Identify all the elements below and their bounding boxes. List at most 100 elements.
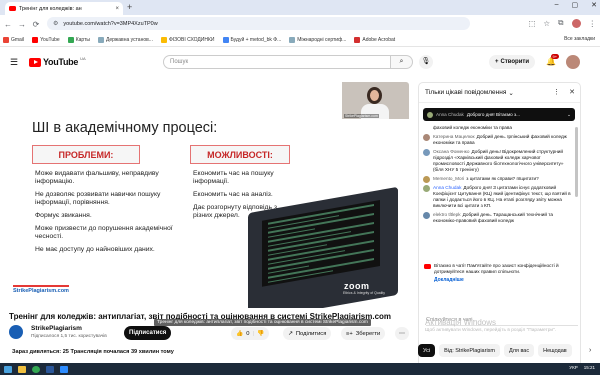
url-text: youtube.com/watch?v=3MP4XzuTP0w xyxy=(63,20,158,27)
chat-scrollbar[interactable] xyxy=(575,127,578,197)
thumbs-down-icon[interactable]: 👎 xyxy=(257,331,264,337)
youtube-favicon-icon xyxy=(9,6,16,11)
strikeplagiarism-logo: StrikePlagiarism.com xyxy=(13,285,69,294)
voice-search-button[interactable]: 🎙 xyxy=(419,55,433,69)
site-info-icon[interactable]: ⚙ xyxy=(53,20,58,27)
subscriber-count: Підписалося 1,5 тис. користувачів xyxy=(31,334,107,339)
chat-messages: фаховий коледж економіки та права Катери… xyxy=(423,125,571,227)
more-actions-button[interactable]: ⋯ xyxy=(395,327,409,340)
tab-close-icon[interactable]: × xyxy=(115,6,119,12)
chip-all[interactable]: Усі xyxy=(418,344,436,357)
notification-badge: 9+ xyxy=(551,54,559,59)
chat-header: Тільки цікаві повідомлення ⌄ ⋮ ✕ xyxy=(419,83,580,103)
like-button[interactable]: 👍 0 | 👎 xyxy=(231,327,270,340)
notifications-button[interactable]: 🔔 9+ xyxy=(546,54,559,66)
language-indicator[interactable]: УКР xyxy=(569,365,577,370)
window-controls: – ▢ ✕ xyxy=(555,1,597,9)
create-button[interactable]: + Створити xyxy=(489,55,536,69)
globe-icon xyxy=(97,36,104,43)
start-icon[interactable] xyxy=(4,365,12,373)
youtube-play-icon xyxy=(29,57,41,67)
recommendation-chips: Усі Від: StrikePlagiarism Для вас Нещода… xyxy=(418,344,572,357)
search-input[interactable]: Пошук xyxy=(163,55,391,69)
close-window-button[interactable]: ✕ xyxy=(591,1,597,9)
pin-avatar xyxy=(427,111,433,118)
problem-item: Може видавати фальшиву, неправдиву інфор… xyxy=(35,170,159,185)
chat-mode-dropdown[interactable]: Тільки цікаві повідомлення xyxy=(425,89,506,96)
subscribe-button[interactable]: Підписатися xyxy=(124,326,172,340)
reload-icon[interactable]: ⟳ xyxy=(30,20,42,29)
user-avatar[interactable] xyxy=(423,176,430,183)
save-button[interactable]: ≡+ Зберегти xyxy=(341,327,386,340)
back-icon[interactable]: ← xyxy=(2,20,14,29)
bookmark-state-institution[interactable]: Державна установ... xyxy=(97,36,153,43)
chevron-down-icon[interactable]: ⌄ xyxy=(508,89,513,97)
chip-for-you[interactable]: Для вас xyxy=(504,344,535,357)
profile-avatar[interactable] xyxy=(571,18,581,28)
screen-cast-icon[interactable]: ⬚ xyxy=(528,19,535,28)
youtube-logo[interactable]: YouTube UA xyxy=(29,56,86,67)
all-bookmarks[interactable]: Все закладки xyxy=(564,36,595,42)
title-tooltip: Тренінг для коледжів: антиплагіат, звіт … xyxy=(154,319,371,326)
gmail-icon xyxy=(3,36,9,43)
chat-more-icon[interactable]: ⋮ xyxy=(553,88,560,96)
clock[interactable]: 15:21 xyxy=(584,365,595,370)
extensions-icon[interactable]: ⧉ xyxy=(558,18,563,28)
browser-tab[interactable]: Тренінг для коледжів: ан × xyxy=(5,2,123,15)
video-player[interactable]: ШІ в академічному процесі: ПРОБЛЕМИ: МОЖ… xyxy=(8,82,409,308)
pinned-message[interactable]: Anna Chudak Доброго дня! Вітаємо з... ⌄ xyxy=(423,108,575,121)
channel-name[interactable]: StrikePlagiarism xyxy=(31,325,82,332)
search-button[interactable]: ⌕ xyxy=(391,55,413,69)
chip-from-channel[interactable]: Від: StrikePlagiarism xyxy=(439,344,500,357)
slide-title: ШІ в академічному процесі: xyxy=(32,120,218,136)
bookmark-acrobat[interactable]: Adobe Acrobat xyxy=(354,36,395,43)
youtube-icon xyxy=(424,264,431,269)
chat-close-icon[interactable]: ✕ xyxy=(569,88,575,96)
forward-icon[interactable]: → xyxy=(16,20,28,29)
chip-recent[interactable]: Нещодав xyxy=(538,344,572,357)
bookmark-certificates[interactable]: Міжнародні сертиф... xyxy=(289,36,346,43)
channel-avatar[interactable] xyxy=(9,325,23,339)
word-icon[interactable] xyxy=(46,365,54,373)
moderator-avatar[interactable] xyxy=(423,185,430,192)
account-avatar[interactable] xyxy=(566,55,580,69)
learn-more-link[interactable]: Докладніше xyxy=(434,277,574,283)
problem-item: Може призвести до порушення академічної … xyxy=(35,225,173,240)
chrome-icon[interactable] xyxy=(32,365,40,373)
chevron-right-icon[interactable]: › xyxy=(589,347,591,354)
windows-taskbar: УКР 15:21 xyxy=(0,363,600,375)
bookmark-star-icon[interactable]: ☆ xyxy=(543,19,550,28)
menu-icon[interactable]: ☰ xyxy=(10,57,18,68)
bookmark-physical-steps[interactable]: ФІЗОВІ СХОДИНКИ xyxy=(160,36,215,43)
expand-chevron-icon[interactable]: ⌄ xyxy=(567,112,571,118)
bookmark-youtube[interactable]: YouTube xyxy=(32,36,60,43)
browser-menu-icon[interactable]: ⋮ xyxy=(589,19,597,28)
user-avatar[interactable] xyxy=(423,134,430,141)
bookmark-maps[interactable]: Карты xyxy=(67,36,90,43)
zoom-icon[interactable] xyxy=(60,365,68,373)
laptop-screen xyxy=(262,199,380,287)
user-avatar[interactable] xyxy=(423,149,430,156)
doc-icon xyxy=(222,36,229,43)
user-avatar[interactable] xyxy=(423,212,430,219)
windows-activation-watermark: Активація Windows xyxy=(425,318,497,327)
omnibox[interactable]: ⚙ youtube.com/watch?v=3MP4XzuTP0w xyxy=(47,17,470,30)
webcam-name: StrikePlagiarism.com xyxy=(344,114,379,118)
live-status[interactable]: Зараз дивляться: 25 Трансляція почалася … xyxy=(12,349,174,355)
chat-message: Memento_Mori з цитатами як справи? пїщита… xyxy=(423,176,571,183)
presenter-webcam: StrikePlagiarism.com xyxy=(342,82,409,119)
maps-icon xyxy=(67,36,74,43)
maximize-button[interactable]: ▢ xyxy=(572,1,579,9)
minimize-button[interactable]: – xyxy=(555,1,559,9)
problems-list: Може видавати фальшиву, неправдиву інфор… xyxy=(35,170,175,259)
chat-message: Катерина Мацелюк Добрий день. Ірпінський … xyxy=(423,134,571,146)
bookmark-metod[interactable]: Будуй + metod_bk Ф... xyxy=(222,36,281,43)
problem-item: Не дозволяє розвивати навички пошуку інф… xyxy=(35,191,161,206)
new-tab-button[interactable]: + xyxy=(127,2,132,13)
tab-title: Тренінг для коледжів: ан xyxy=(19,5,82,12)
opportunity-item: Економить час на пошуку інформації. xyxy=(193,170,274,185)
share-button[interactable]: ↗ Поділитися xyxy=(283,327,332,340)
bookmark-gmail[interactable]: Gmail xyxy=(3,36,24,43)
problem-item: Формує звикання. xyxy=(35,212,92,219)
explorer-icon[interactable] xyxy=(18,365,26,373)
